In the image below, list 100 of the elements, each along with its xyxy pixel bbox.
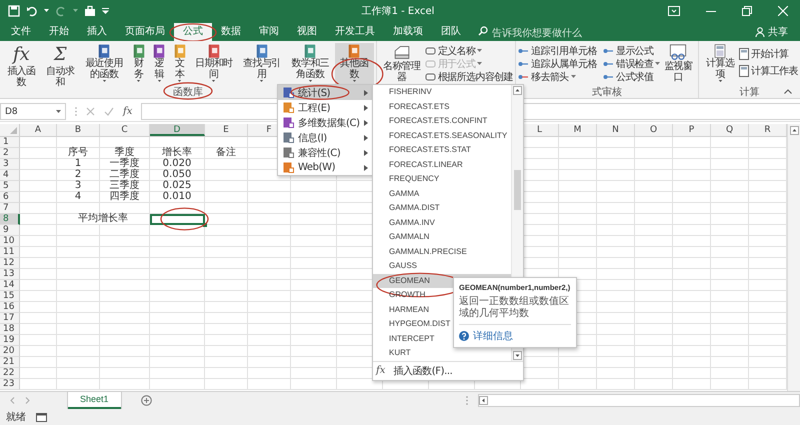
scroll-thumb[interactable]: [514, 170, 521, 210]
name-manager-button[interactable]: 名称管理器: [378, 43, 425, 84]
undo-icon[interactable]: [26, 5, 38, 17]
ribbon-tab[interactable]: 开始: [40, 23, 78, 41]
ribbon-button[interactable]: 文本: [169, 43, 190, 84]
menu-item[interactable]: FORECAST.ETS.CONFINT: [373, 114, 511, 128]
ribbon-button[interactable]: 财务: [128, 43, 149, 84]
sheet-tab[interactable]: Sheet1: [68, 392, 121, 409]
collapse-ribbon-icon[interactable]: [784, 89, 792, 94]
row-header[interactable]: 9: [0, 225, 20, 236]
scroll-up-icon[interactable]: [513, 86, 522, 95]
column-header[interactable]: E: [205, 124, 248, 136]
ribbon-button[interactable]: 计算工作表: [739, 64, 798, 77]
menu-item[interactable]: FORECAST.ETS: [373, 100, 511, 114]
add-sheet-icon[interactable]: [140, 395, 152, 406]
ribbon-tab[interactable]: 审阅: [250, 23, 288, 41]
row-header[interactable]: 3: [0, 159, 20, 170]
column-header[interactable]: Q: [711, 124, 749, 136]
ribbon-button[interactable]: 移去箭头: [518, 70, 597, 83]
row-header[interactable]: 1: [0, 137, 20, 148]
search-field[interactable]: 告诉我你想要做什么: [492, 25, 622, 41]
close-icon[interactable]: [778, 6, 788, 16]
menu-item[interactable]: GAMMA: [373, 186, 511, 201]
row-header[interactable]: 5: [0, 181, 20, 192]
insert-function-button[interactable]: fx: [123, 106, 132, 117]
scroll-down-icon[interactable]: [513, 350, 522, 360]
fill-handle[interactable]: [203, 223, 207, 227]
row-header[interactable]: 23: [0, 379, 20, 390]
row-header[interactable]: 7: [0, 203, 20, 214]
row-header[interactable]: 15: [0, 291, 20, 302]
row-header[interactable]: 4: [0, 170, 20, 181]
ribbon-button[interactable]: 日期和时间: [190, 43, 238, 84]
share-button[interactable]: 共享: [755, 23, 788, 41]
menu-item[interactable]: GAMMALN.PRECISE: [373, 244, 511, 259]
ribbon-button[interactable]: 逻辑: [149, 43, 170, 84]
menu-item[interactable]: 工程(E): [278, 100, 373, 115]
ribbon-button[interactable]: 定义名称: [424, 44, 514, 57]
row-header[interactable]: 12: [0, 258, 20, 269]
ribbon-button[interactable]: 最近使用的函数: [80, 43, 129, 84]
vertical-scrollbar[interactable]: [787, 124, 800, 391]
ribbon-tab[interactable]: 插入: [78, 23, 116, 41]
row-header[interactable]: 10: [0, 236, 20, 247]
row-header[interactable]: 14: [0, 280, 20, 291]
menu-item[interactable]: FORECAST.ETS.STAT: [373, 143, 511, 158]
minimize-icon[interactable]: [706, 10, 716, 12]
menu-item[interactable]: GAUSS: [373, 259, 511, 274]
horizontal-scrollbar[interactable]: [478, 394, 800, 407]
column-header[interactable]: N: [597, 124, 635, 136]
customize-caret-icon[interactable]: [102, 8, 109, 14]
column-header[interactable]: O: [635, 124, 673, 136]
row-header[interactable]: 2: [0, 148, 20, 159]
menu-item[interactable]: Web(W): [278, 160, 373, 175]
ribbon-button[interactable]: 错误检查: [602, 57, 660, 70]
menu-item[interactable]: FISHERINV: [373, 85, 511, 100]
watch-window-button[interactable]: 监视窗口: [660, 43, 696, 84]
scroll-up-icon[interactable]: [790, 126, 798, 135]
column-header[interactable]: M: [559, 124, 597, 136]
menu-item[interactable]: 兼容性(C): [278, 145, 373, 160]
row-header[interactable]: 16: [0, 302, 20, 313]
column-header[interactable]: D: [150, 124, 205, 136]
ribbon-button[interactable]: 追踪从属单元格: [518, 57, 597, 70]
column-header[interactable]: B: [57, 124, 100, 136]
column-header[interactable]: P: [673, 124, 711, 136]
menu-item[interactable]: FREQUENCY: [373, 172, 511, 186]
menu-item[interactable]: GAMMALN: [373, 230, 511, 244]
ribbon-button[interactable]: 开始计算: [739, 47, 798, 60]
column-header[interactable]: A: [20, 124, 57, 136]
ribbon-button[interactable]: 数学和三角函数: [286, 43, 335, 84]
row-header[interactable]: 6: [0, 192, 20, 203]
briefcase-icon[interactable]: [84, 5, 96, 17]
ribbon-tab[interactable]: 视图: [288, 23, 326, 41]
scroll-left-icon[interactable]: [479, 396, 488, 405]
menu-item[interactable]: FORECAST.ETS.SEASONALITY: [373, 128, 511, 143]
ribbon-button[interactable]: 查找与引用: [238, 43, 286, 84]
caret-icon[interactable]: [44, 9, 49, 13]
menu-item[interactable]: KURT: [373, 346, 511, 360]
ribbon-button[interactable]: 根据所选内容创建: [424, 70, 514, 83]
ribbon-display-icon[interactable]: [668, 6, 680, 16]
ribbon-tab[interactable]: 文件: [2, 23, 40, 41]
ribbon-tab[interactable]: 页面布局: [116, 23, 174, 41]
name-box[interactable]: D8: [0, 103, 66, 120]
row-header[interactable]: 19: [0, 335, 20, 346]
ribbon-button[interactable]: 公式求值: [602, 70, 660, 83]
row-header[interactable]: 17: [0, 313, 20, 324]
ribbon-button[interactable]: 其他函数: [334, 43, 374, 84]
ribbon-tab[interactable]: 开发工具: [326, 23, 384, 41]
more-info-link[interactable]: 详细信息: [473, 329, 513, 343]
menu-item[interactable]: FORECAST.LINEAR: [373, 158, 511, 172]
macro-record-icon[interactable]: [36, 412, 47, 422]
ribbon-tab[interactable]: 数据: [212, 23, 250, 41]
row-header[interactable]: 18: [0, 324, 20, 335]
menu-item[interactable]: GAMMA.DIST: [373, 201, 511, 216]
restore-icon[interactable]: [742, 6, 752, 16]
menu-item[interactable]: GAMMA.INV: [373, 216, 511, 230]
search-icon[interactable]: [478, 26, 488, 36]
row-header[interactable]: 11: [0, 247, 20, 258]
row-header[interactable]: 22: [0, 368, 20, 379]
row-header[interactable]: 8: [0, 214, 20, 225]
ribbon-tab[interactable]: 加载项: [384, 23, 432, 41]
row-header[interactable]: 13: [0, 269, 20, 280]
